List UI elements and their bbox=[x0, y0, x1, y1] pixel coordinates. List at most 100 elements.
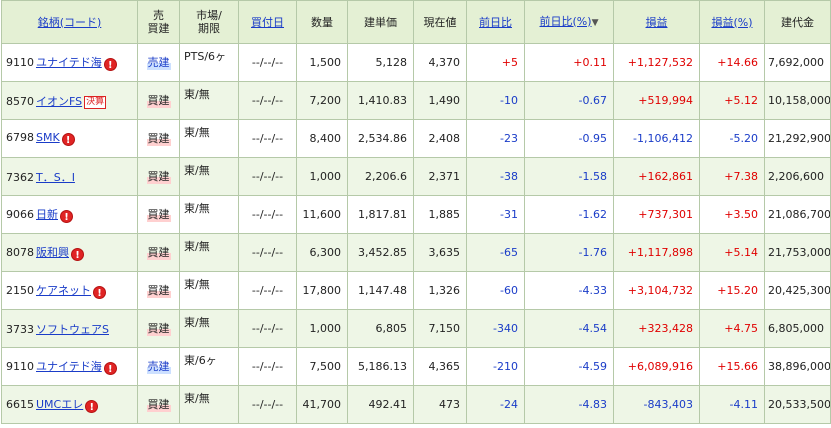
qty-cell: 11,600 bbox=[296, 195, 348, 234]
qty-cell: 1,500 bbox=[296, 43, 348, 82]
sort-date-link[interactable]: 買付日 bbox=[251, 16, 284, 29]
col-header-side: 売買建 bbox=[137, 0, 180, 44]
pl-cell: +3,104,732 bbox=[613, 271, 700, 310]
stock-name-link[interactable]: T．S．I bbox=[36, 171, 75, 184]
stock-name-link[interactable]: イオンFS bbox=[36, 95, 82, 108]
sort-pl-link[interactable]: 損益 bbox=[646, 16, 668, 29]
sort-chg-link[interactable]: 前日比 bbox=[479, 16, 512, 29]
amount-cell: 20,425,300 bbox=[764, 271, 831, 310]
col-header-qty: 数量 bbox=[296, 0, 348, 44]
price-cell: 2,408 bbox=[413, 119, 467, 158]
side-label: 買建 bbox=[146, 169, 171, 184]
stock-name-link[interactable]: ユナイテド海 bbox=[36, 360, 102, 373]
side-cell: 買建 bbox=[137, 195, 180, 234]
chg-pct-cell: -0.95 bbox=[524, 119, 614, 158]
chg-cell: -38 bbox=[466, 157, 525, 196]
table-row: 3733 ソフトウェアS 買建 東/無 --/--/-- 1,000 6,805 … bbox=[1, 309, 831, 348]
amount-cell: 38,896,000 bbox=[764, 347, 831, 386]
stock-name-link[interactable]: 日新 bbox=[36, 208, 58, 221]
chg-cell: -340 bbox=[466, 309, 525, 348]
sort-chg-pct-link[interactable]: 前日比(%) bbox=[540, 15, 592, 28]
chg-pct-cell: -4.59 bbox=[524, 347, 614, 386]
market-cell: PTS/6ヶ bbox=[179, 43, 239, 82]
table-row: 8570 イオンFS 決算 買建 東/無 --/--/-- 7,200 1,410.… bbox=[1, 81, 831, 120]
sort-name-link[interactable]: 銘柄(コード) bbox=[38, 16, 102, 29]
chg-pct-cell: -0.67 bbox=[524, 81, 614, 120]
pl-cell: -1,106,412 bbox=[613, 119, 700, 158]
qty-cell: 7,500 bbox=[296, 347, 348, 386]
price-cell: 3,635 bbox=[413, 233, 467, 272]
stock-code: 8078 bbox=[6, 246, 34, 259]
date-cell: --/--/-- bbox=[238, 81, 297, 120]
cost-cell: 3,452.85 bbox=[347, 233, 414, 272]
pl-pct-cell: +15.20 bbox=[699, 271, 765, 310]
side-cell: 買建 bbox=[137, 119, 180, 158]
col-header-chg-pct[interactable]: 前日比(%)▼ bbox=[524, 0, 614, 44]
price-cell: 2,371 bbox=[413, 157, 467, 196]
stock-code: 3733 bbox=[6, 322, 34, 336]
stock-name-link[interactable]: UMCエレ bbox=[36, 398, 83, 411]
market-cell: 東/無 bbox=[179, 119, 239, 158]
amount-cell: 20,533,500 bbox=[764, 385, 831, 424]
cost-cell: 5,128 bbox=[347, 43, 414, 82]
stock-name-cell: 8078 阪和興! bbox=[1, 233, 138, 272]
side-cell: 売建 bbox=[137, 43, 180, 82]
chg-cell: +5 bbox=[466, 43, 525, 82]
market-cell: 東/無 bbox=[179, 157, 239, 196]
stock-name-link[interactable]: ソフトウェアS bbox=[36, 323, 109, 336]
stock-name-link[interactable]: SMK bbox=[36, 131, 60, 144]
qty-cell: 1,000 bbox=[296, 309, 348, 348]
qty-cell: 8,400 bbox=[296, 119, 348, 158]
col-header-date[interactable]: 買付日 bbox=[238, 0, 297, 44]
col-header-pl[interactable]: 損益 bbox=[613, 0, 700, 44]
alert-icon[interactable]: ! bbox=[61, 133, 75, 146]
chg-pct-cell: -4.54 bbox=[524, 309, 614, 348]
date-cell: --/--/-- bbox=[238, 233, 297, 272]
alert-icon[interactable]: ! bbox=[85, 400, 99, 413]
col-header-chg[interactable]: 前日比 bbox=[466, 0, 525, 44]
stock-name-link[interactable]: ユナイテド海 bbox=[36, 56, 102, 69]
stock-name-cell: 6798 SMK! bbox=[1, 119, 138, 158]
pl-cell: +162,861 bbox=[613, 157, 700, 196]
date-cell: --/--/-- bbox=[238, 195, 297, 234]
side-cell: 買建 bbox=[137, 81, 180, 120]
amount-cell: 2,206,600 bbox=[764, 157, 831, 196]
date-cell: --/--/-- bbox=[238, 43, 297, 82]
stock-code: 2150 bbox=[6, 284, 34, 297]
stock-name-cell: 3733 ソフトウェアS bbox=[1, 309, 138, 348]
pl-cell: -843,403 bbox=[613, 385, 700, 424]
pl-pct-cell: +5.14 bbox=[699, 233, 765, 272]
amount-cell: 21,753,000 bbox=[764, 233, 831, 272]
amount-cell: 21,292,900 bbox=[764, 119, 831, 158]
alert-icon[interactable]: ! bbox=[93, 286, 106, 299]
side-label: 買建 bbox=[146, 131, 171, 146]
sort-pl-pct-link[interactable]: 損益(%) bbox=[711, 16, 752, 29]
stock-name-link[interactable]: ケアネット bbox=[36, 284, 91, 297]
pl-pct-cell: +15.66 bbox=[699, 347, 765, 386]
table-row: 9066 日新! 買建 東/無 --/--/-- 11,600 1,817.81 … bbox=[1, 195, 831, 234]
alert-icon[interactable]: ! bbox=[103, 58, 117, 71]
stock-name-link[interactable]: 阪和興 bbox=[36, 246, 69, 259]
table-row: 9110 ユナイテド海! 売建 PTS/6ヶ --/--/-- 1,500 5,1… bbox=[1, 43, 831, 82]
alert-icon[interactable]: ! bbox=[60, 210, 73, 223]
pl-pct-cell: +3.50 bbox=[699, 195, 765, 234]
stock-name-cell: 9110 ユナイテド海! bbox=[1, 347, 138, 386]
date-cell: --/--/-- bbox=[238, 157, 297, 196]
market-cell: 東/無 bbox=[179, 271, 239, 310]
table-row: 7362 T．S．I 買建 東/無 --/--/-- 1,000 2,206.6 … bbox=[1, 157, 831, 196]
side-label: 売建 bbox=[146, 359, 171, 374]
col-header-name[interactable]: 銘柄(コード) bbox=[1, 0, 138, 44]
price-cell: 7,150 bbox=[413, 309, 467, 348]
stock-code: 8570 bbox=[6, 94, 34, 108]
alert-icon[interactable]: ! bbox=[71, 248, 84, 261]
amount-cell: 21,086,700 bbox=[764, 195, 831, 234]
cost-cell: 1,147.48 bbox=[347, 271, 414, 310]
alert-icon[interactable]: ! bbox=[103, 362, 117, 375]
chg-pct-cell: -4.33 bbox=[524, 271, 614, 310]
date-cell: --/--/-- bbox=[238, 271, 297, 310]
col-header-pl-pct[interactable]: 損益(%) bbox=[699, 0, 765, 44]
price-cell: 1,326 bbox=[413, 271, 467, 310]
chg-pct-cell: +0.11 bbox=[524, 43, 614, 82]
earnings-badge: 決算 bbox=[84, 95, 107, 109]
side-label: 買建 bbox=[146, 207, 171, 222]
